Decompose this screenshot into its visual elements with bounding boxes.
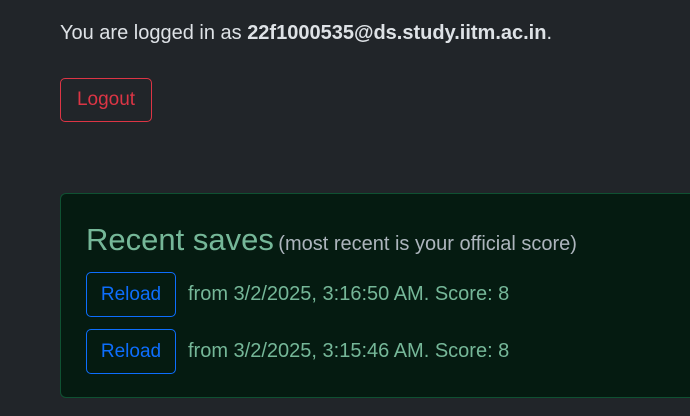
- recent-saves-title: Recent saves: [86, 222, 274, 257]
- recent-saves-panel: Recent saves (most recent is your offici…: [60, 193, 690, 398]
- save-row: Reload from 3/2/2025, 3:16:50 AM. Score:…: [86, 272, 509, 317]
- reload-button[interactable]: Reload: [86, 272, 176, 317]
- recent-saves-subtitle: (most recent is your official score): [278, 233, 577, 255]
- login-prefix: You are logged in as: [60, 22, 248, 44]
- user-email: 22f1000535@ds.study.iitm.ac.in: [247, 22, 547, 44]
- save-row: Reload from 3/2/2025, 3:15:46 AM. Score:…: [86, 329, 509, 374]
- login-status: You are logged in as 22f1000535@ds.study…: [60, 22, 552, 45]
- login-suffix: .: [546, 22, 553, 44]
- logout-button[interactable]: Logout: [60, 78, 152, 122]
- reload-button[interactable]: Reload: [86, 329, 176, 374]
- save-info: from 3/2/2025, 3:16:50 AM. Score: 8: [188, 283, 510, 305]
- save-info: from 3/2/2025, 3:15:46 AM. Score: 8: [188, 340, 510, 362]
- recent-saves-heading: Recent saves (most recent is your offici…: [86, 222, 577, 258]
